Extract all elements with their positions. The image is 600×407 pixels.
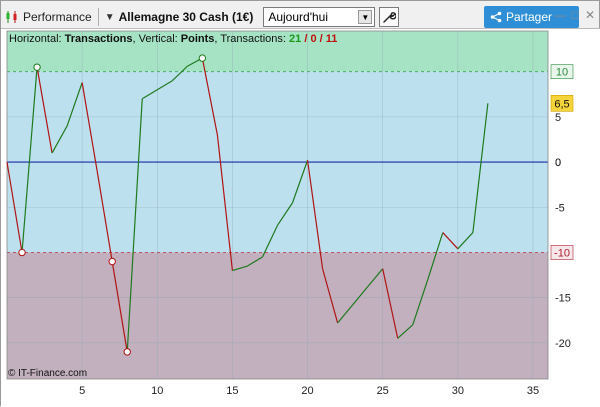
market-selector[interactable]: ▼ Allemagne 30 Cash (1€) [105,10,254,24]
share-label: Partager [506,10,553,24]
legend-x-name: Transactions [64,33,133,45]
last-value-label: 6,5 [554,98,569,110]
extreme-marker [18,248,26,257]
performance-window: Performance ▼ Allemagne 30 Cash (1€) Auj… [0,0,600,407]
x-tick-label: 5 [79,385,85,397]
performance-title[interactable]: Performance [23,10,92,24]
copyright-note: © IT-Finance.com [8,368,88,379]
performance-chart[interactable]: 5 10 15 20 25 30 3550-5-15-20010-106,5 [1,29,599,407]
zero-label: 0 [555,157,561,169]
y-tick-label: -20 [555,338,571,350]
lower-zone [7,252,548,379]
minimize-icon[interactable]: — [554,8,566,22]
x-tick-label: 30 [452,385,464,397]
legend-losses: 11 [325,33,338,45]
extreme-marker [198,54,207,62]
market-name: Allemagne 30 Cash (1€) [118,10,254,24]
legend-wins: 21 [289,33,302,45]
y-tick-label: -15 [555,293,571,305]
toolbar-separator [97,8,99,26]
x-tick-label: 15 [226,385,238,397]
candlestick-chart-icon [5,10,19,24]
toolbar: Performance ▼ Allemagne 30 Cash (1€) Auj… [1,5,600,29]
legend-sep2: / [316,33,326,45]
x-tick-label: 35 [527,385,539,397]
chevron-down-icon: ▼ [358,10,373,24]
y-tick-label: -5 [555,202,565,214]
legend-prefix: Horizontal: [9,33,65,45]
period-select[interactable]: Aujourd'hui ▼ [263,7,376,27]
upper-threshold-label: 10 [556,67,568,79]
window-controls: — □ ✕ [554,8,596,22]
legend-count-label: , Transactions: [214,33,290,45]
share-icon [490,11,502,23]
settings-button[interactable] [379,7,400,27]
legend-y-name: Points [180,33,215,45]
extreme-marker [123,348,131,356]
close-icon[interactable]: ✕ [584,8,596,22]
period-value: Aujourd'hui [268,10,328,24]
x-tick-label: 20 [301,385,313,397]
chart-legend: Horizontal: Transactions, Vertical: Poin… [9,33,337,45]
extreme-marker [33,63,41,71]
lower-threshold-label: -10 [554,247,570,259]
maximize-icon[interactable]: □ [569,8,581,22]
wrench-icon [383,12,397,23]
legend-mid: , Vertical: [132,33,181,45]
caret-down-icon: ▼ [104,11,115,23]
y-tick-label: 5 [555,112,561,124]
extreme-marker [108,257,116,266]
x-tick-label: 10 [151,385,163,397]
chart-area[interactable]: 5 10 15 20 25 30 35 5 0 -5 -15 -20 0 10 -10 6,5 Horizon… [1,28,600,407]
x-tick-label: 25 [377,385,389,397]
